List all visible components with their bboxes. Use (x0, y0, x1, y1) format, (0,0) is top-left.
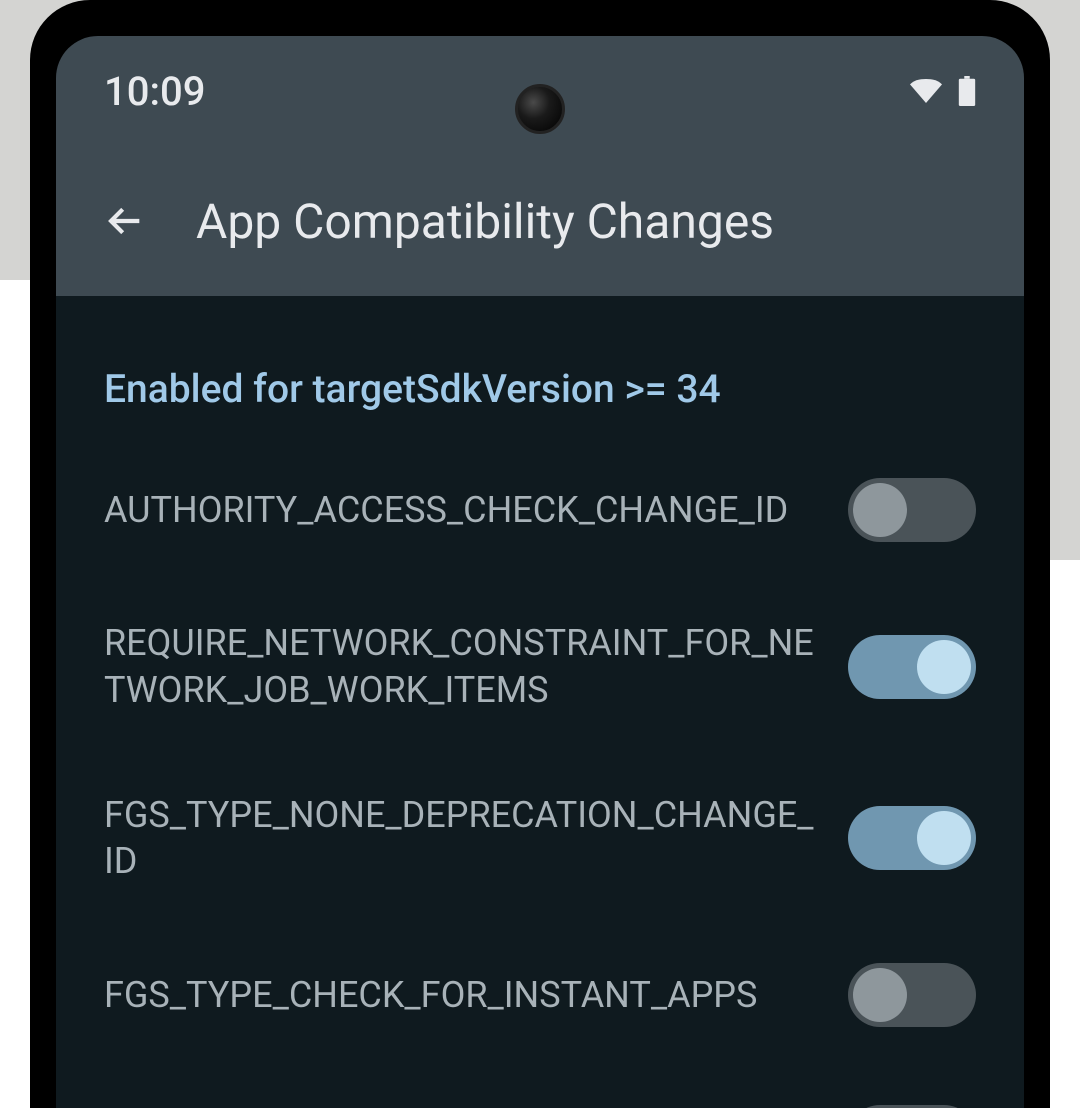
frame-decoration-right (1050, 560, 1080, 1108)
camera-notch (515, 84, 565, 134)
status-icons (910, 76, 976, 106)
setting-row: REQUIRE_NETWORK_CONSTRAINT_FOR_NETWORK_J… (104, 620, 976, 714)
content-area: Enabled for targetSdkVersion >= 34 AUTHO… (56, 296, 1024, 1108)
setting-toggle[interactable] (848, 478, 976, 542)
phone-screen: 10:09 App Compatibility (56, 36, 1024, 1108)
setting-label: FGS_TYPE_CHECK_FOR_INSTANT_APPS (104, 972, 818, 1019)
setting-label: AUTHORITY_ACCESS_CHECK_CHANGE_ID (104, 487, 818, 534)
settings-list: AUTHORITY_ACCESS_CHECK_CHANGE_ID REQUIRE_… (104, 478, 976, 1108)
setting-row: FGS_TYPE_CHECK_FOR_INSTANT_APPS (104, 963, 976, 1027)
setting-toggle[interactable] (848, 963, 976, 1027)
phone-frame: 10:09 App Compatibility (30, 0, 1050, 1108)
setting-label: REQUIRE_NETWORK_CONSTRAINT_FOR_NETWORK_J… (104, 620, 818, 714)
app-bar: App Compatibility Changes (56, 146, 1024, 296)
status-time: 10:09 (104, 68, 205, 115)
page-title: App Compatibility Changes (196, 193, 774, 250)
toggle-thumb (917, 640, 971, 694)
section-header: Enabled for targetSdkVersion >= 34 (104, 366, 976, 412)
toggle-thumb (853, 968, 907, 1022)
setting-toggle[interactable] (848, 806, 976, 870)
toggle-thumb (853, 483, 907, 537)
phone-inner-frame: 10:09 App Compatibility (48, 28, 1032, 1108)
back-arrow-icon (106, 201, 146, 241)
back-button[interactable] (104, 199, 148, 243)
setting-toggle[interactable] (848, 635, 976, 699)
wifi-icon (910, 79, 942, 103)
toggle-thumb (917, 811, 971, 865)
setting-row: FGS_TYPE_NONE_DEPRECATION_CHANGE_ID (104, 792, 976, 886)
setting-row: AUTHORITY_ACCESS_CHECK_CHANGE_ID (104, 478, 976, 542)
setting-label: FGS_TYPE_NONE_DEPRECATION_CHANGE_ID (104, 792, 818, 886)
battery-icon (958, 76, 976, 106)
frame-decoration-left (0, 280, 30, 1108)
